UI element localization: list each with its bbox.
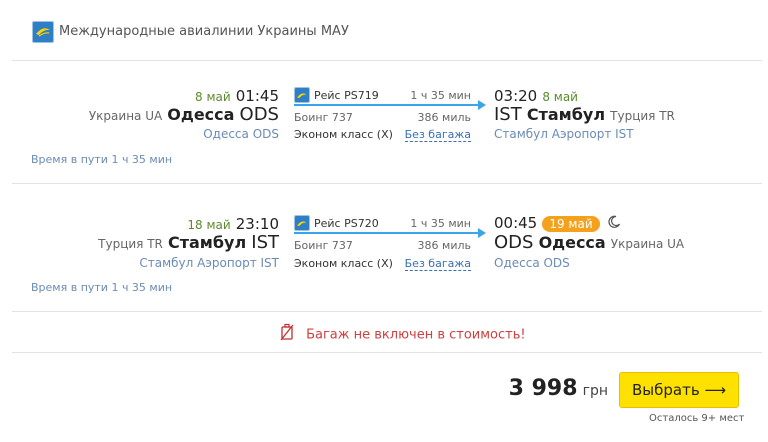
airline-logo-icon [294, 215, 310, 231]
arrival-datetime: 00:45 19 май [494, 213, 621, 233]
no-baggage-icon [279, 323, 295, 345]
arrival-code: IST [494, 104, 522, 125]
route-arrow-line [294, 104, 478, 106]
arrival-location: IST Стамбул Турция TR [494, 104, 675, 125]
total-travel-time: Время в пути 1 ч 35 мин [31, 153, 173, 166]
departure-time: 23:10 [235, 215, 279, 233]
flight-duration: 1 ч 35 мин [410, 217, 471, 230]
airline-logo-icon [32, 21, 54, 43]
baggage-info-link[interactable]: Без багажа [404, 128, 471, 142]
flight-distance: 386 миль [417, 239, 471, 252]
aircraft-type: Боинг 737 [294, 111, 353, 124]
price-divider [12, 352, 762, 353]
flight-duration: 1 ч 35 мин [410, 89, 471, 102]
select-flight-button[interactable]: Выбрать ⟶ [619, 372, 739, 408]
route-arrow-line [294, 232, 478, 234]
departure-date: 18 май [187, 218, 231, 232]
arrival-code: ODS [494, 232, 534, 253]
total-travel-time: Время в пути 1 ч 35 мин [31, 281, 173, 294]
arrival-date: 8 май [542, 90, 578, 104]
next-day-date-badge: 19 май [542, 216, 600, 232]
departure-location: Украина UA Одесса ODS [89, 104, 279, 125]
departure-city: Стамбул [167, 233, 247, 252]
arrival-airport: Стамбул Аэропорт IST [494, 127, 634, 141]
baggage-notice: Багаж не включен в стоимость! [279, 323, 526, 345]
departure-city: Одесса [167, 105, 235, 124]
arrival-airport: Одесса ODS [494, 256, 570, 270]
arrival-city: Стамбул [526, 105, 606, 124]
departure-airport: Одесса ODS [203, 127, 279, 141]
arrival-city: Одесса [538, 233, 606, 252]
arrival-country: Турция TR [610, 109, 675, 123]
departure-country: Украина UA [88, 109, 163, 123]
arrival-datetime: 03:20 8 май [494, 86, 578, 105]
aircraft-type: Боинг 737 [294, 239, 353, 252]
cabin-class: Эконом класс (X) [294, 128, 393, 141]
baggage-notice-text: Багаж не включен в стоимость! [306, 327, 526, 343]
header-divider [12, 60, 762, 61]
departure-time: 01:45 [235, 87, 279, 105]
arrival-time: 03:20 [494, 87, 538, 105]
airline-name: Международные авиалинии Украины МАУ [59, 24, 349, 39]
arrival-location: ODS Одесса Украина UA [494, 232, 684, 253]
night-moon-icon [607, 214, 621, 233]
departure-code: ODS [239, 104, 279, 125]
arrival-country: Украина UA [610, 237, 685, 251]
route-arrow-head-icon [478, 228, 486, 238]
departure-datetime: 18 май 23:10 [187, 214, 279, 233]
flight-distance: 386 миль [417, 111, 471, 124]
price-currency: грн [582, 383, 608, 399]
departure-datetime: 8 май 01:45 [195, 86, 279, 105]
departure-code: IST [251, 232, 279, 253]
baggage-info-link[interactable]: Без багажа [404, 257, 471, 271]
seats-left: Осталось 9+ мест [649, 413, 745, 424]
segment-divider [12, 183, 762, 184]
departure-country: Турция TR [98, 237, 163, 251]
flight-number: Рейс PS720 [314, 217, 379, 230]
departure-airport: Стамбул Аэропорт IST [139, 256, 279, 270]
price-amount: 3 998 [508, 376, 578, 401]
segment-divider [12, 311, 762, 312]
cabin-class: Эконом класс (X) [294, 257, 393, 270]
price-block: 3 998 грн [509, 376, 608, 401]
flight-number: Рейс PS719 [314, 89, 379, 102]
departure-location: Турция TR Стамбул IST [98, 232, 279, 253]
departure-date: 8 май [195, 90, 231, 104]
route-arrow-head-icon [478, 100, 486, 110]
arrival-time: 00:45 [494, 214, 538, 232]
airline-logo-icon [294, 87, 310, 103]
